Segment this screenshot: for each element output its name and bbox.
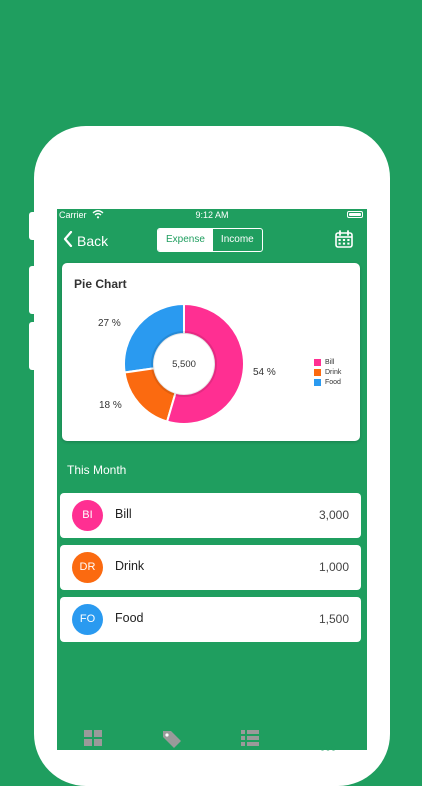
back-label: Back [77, 232, 109, 249]
tab-income[interactable]: Income [213, 229, 262, 251]
pct-label-bill: 54 % [253, 367, 276, 378]
nav-bar: Back Expense Income [57, 227, 367, 255]
category-row-food[interactable]: FO Food 1,500 [60, 597, 361, 642]
category-row-drink[interactable]: DR Drink 1,000 [60, 545, 361, 590]
pie-slice-drink [123, 367, 177, 423]
calendar-icon[interactable] [334, 229, 354, 254]
status-bar: Carrier 9:12 AM [57, 209, 367, 221]
pie-chart-card: Pie Chart 5,500 Bill Drink Food 54 % 18 … [62, 263, 360, 441]
battery-icon [347, 211, 363, 218]
type-segmented-control: Expense Income [157, 228, 263, 252]
row-amount: 1,500 [318, 612, 349, 626]
back-button[interactable]: Back [63, 230, 109, 250]
clock: 9:12 AM [195, 210, 229, 220]
grid-icon[interactable] [84, 730, 102, 751]
mute-button [29, 212, 35, 240]
app-screen: Carrier 9:12 AM Back Expense Income Pie … [57, 209, 367, 750]
legend-label: Food [325, 378, 341, 386]
legend-swatch [314, 368, 321, 376]
volume-up-button [29, 266, 35, 314]
chart-legend: Bill Drink Food [314, 357, 341, 387]
category-row-bill[interactable]: BI Bill 3,000 [60, 493, 361, 538]
row-name: Bill [115, 507, 132, 521]
row-amount: 3,000 [318, 508, 349, 522]
legend-item-bill: Bill [314, 357, 341, 367]
pct-label-drink: 18 % [99, 400, 122, 411]
section-title: This Month [67, 463, 127, 477]
tab-bar [0, 728, 422, 751]
pct-label-food: 27 % [98, 318, 121, 329]
pie-center-total: 5,500 [172, 359, 196, 370]
volume-down-button [29, 322, 35, 370]
avatar: DR [72, 552, 103, 583]
list-icon[interactable] [241, 730, 259, 751]
pie-chart: 5,500 [123, 302, 245, 425]
row-amount: 1,000 [318, 560, 349, 574]
avatar: FO [72, 604, 103, 635]
row-name: Food [115, 611, 144, 625]
legend-item-drink: Drink [314, 367, 341, 377]
more-icon[interactable] [320, 738, 336, 756]
row-name: Drink [115, 559, 145, 573]
avatar: BI [72, 500, 103, 531]
tab-expense[interactable]: Expense [158, 229, 213, 251]
legend-swatch [314, 378, 321, 386]
legend-label: Bill [325, 358, 335, 366]
legend-label: Drink [325, 368, 342, 376]
legend-swatch [314, 358, 321, 366]
legend-item-food: Food [314, 377, 341, 387]
chevron-left-icon [63, 230, 73, 250]
